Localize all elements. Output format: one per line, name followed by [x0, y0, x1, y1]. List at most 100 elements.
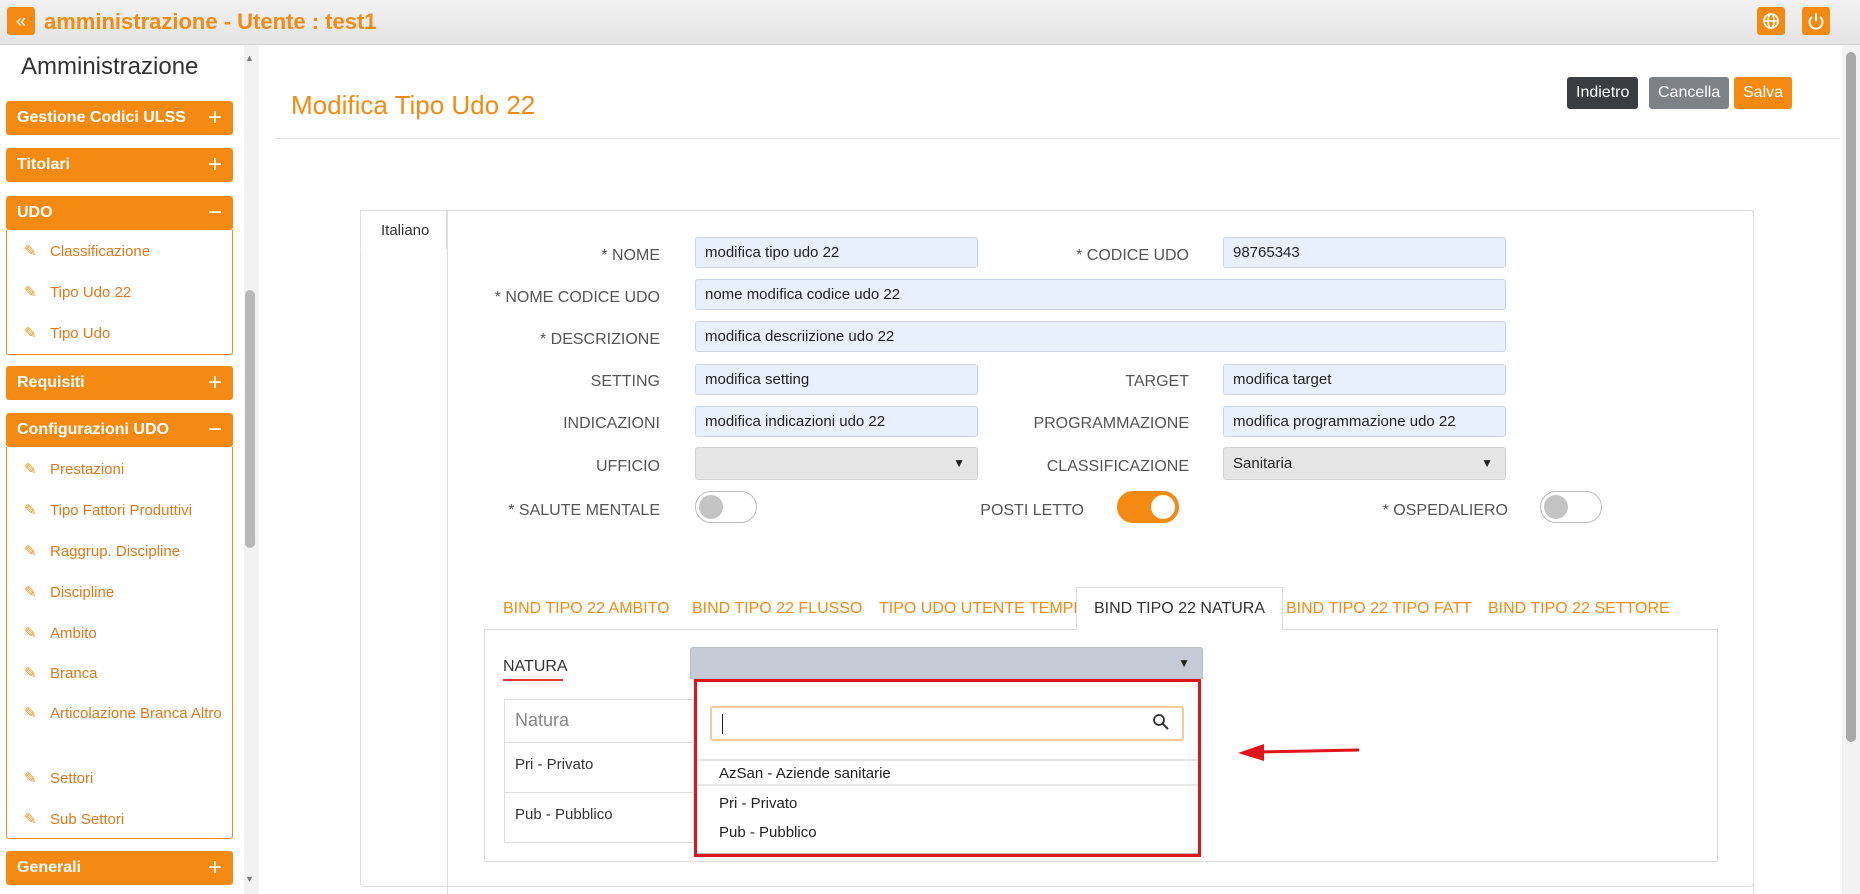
user-edit-icon: ✎ [24, 770, 37, 787]
sidebar-item-branca[interactable]: ✎ Branca [24, 664, 98, 682]
sidebar-group-titolari[interactable]: Titolari + [6, 148, 233, 182]
toggle-knob [1544, 495, 1568, 519]
highlight-box [694, 679, 1201, 857]
toggle-knob [1151, 495, 1175, 519]
sidebar-item-settori[interactable]: ✎ Settori [24, 769, 93, 787]
minus-icon[interactable]: − [208, 196, 222, 230]
sidebar-item-raggrup-discipline[interactable]: ✎ Raggrup. Discipline [24, 542, 180, 560]
sidebar-group-udo[interactable]: UDO − [6, 196, 233, 230]
sidebar-item-tipo-udo[interactable]: ✎ Tipo Udo [24, 324, 110, 342]
user-edit-icon: ✎ [24, 811, 37, 828]
tab-bind-tipo-22-tipo-fatt[interactable]: BIND TIPO 22 TIPO FATT [1286, 588, 1472, 630]
sidebar-title: Amministrazione [21, 53, 199, 80]
salute-mentale-toggle[interactable] [695, 491, 757, 523]
sidebar-group-label: Gestione Codici ULSS [17, 109, 186, 126]
programmazione-label: PROGRAMMAZIONE [1033, 415, 1189, 432]
sidebar-item-tipo-fattori-produttivi[interactable]: ✎ Tipo Fattori Produttivi [24, 501, 192, 519]
target-input[interactable]: modifica target [1223, 364, 1506, 395]
sidebar-item-discipline[interactable]: ✎ Discipline [24, 583, 114, 601]
divider [276, 138, 1840, 139]
ospedaliero-toggle[interactable] [1540, 491, 1602, 523]
sidebar-item-prestazioni[interactable]: ✎ Prestazioni [24, 460, 124, 478]
user-edit-icon: ✎ [24, 325, 37, 342]
arrow-left-icon [1238, 744, 1360, 761]
top-bar: « amministrazione - Utente : test1 [0, 0, 1860, 45]
classificazione-select[interactable]: Sanitaria ▼ [1223, 447, 1506, 480]
cancel-button[interactable]: Cancella [1649, 77, 1730, 109]
user-edit-icon: ✎ [24, 243, 37, 260]
sidebar-group-label: Requisiti [17, 374, 85, 391]
page-title: Modifica Tipo Udo 22 [291, 90, 536, 120]
salute-mentale-label: * SALUTE MENTALE [508, 502, 660, 519]
indicazioni-label: INDICAZIONI [563, 415, 660, 432]
codice-udo-input[interactable]: 98765343 [1223, 237, 1506, 268]
plus-icon[interactable]: + [208, 101, 222, 135]
double-chevron-left-icon[interactable]: « [7, 7, 35, 35]
tab-italiano[interactable]: Italiano [360, 210, 447, 250]
nome-input[interactable]: modifica tipo udo 22 [695, 237, 978, 268]
user-edit-icon: ✎ [24, 705, 37, 722]
table-row[interactable]: Pub - Pubblico [515, 806, 613, 823]
tab-bind-tipo-22-ambito[interactable]: BIND TIPO 22 AMBITO [503, 588, 670, 630]
table-row-divider [504, 792, 694, 793]
app-title: amministrazione - Utente : test1 [44, 9, 377, 34]
tab-bind-tipo-22-settore[interactable]: BIND TIPO 22 SETTORE [1488, 588, 1670, 630]
sidebar-group-configurazioni-udo[interactable]: Configurazioni UDO − [6, 413, 233, 447]
plus-icon[interactable]: + [208, 851, 222, 885]
tab-bind-tipo-22-natura[interactable]: BIND TIPO 22 NATURA [1076, 587, 1283, 631]
descrizione-label: * DESCRIZIONE [539, 331, 660, 348]
table-row-divider [504, 742, 694, 743]
minus-icon[interactable]: − [208, 413, 222, 447]
nome-label: * NOME [601, 247, 660, 264]
main-scroll-thumb[interactable] [1846, 52, 1856, 742]
user-edit-icon: ✎ [24, 502, 37, 519]
user-edit-icon: ✎ [24, 543, 37, 560]
sidebar-group-gestione-codici-ulss[interactable]: Gestione Codici ULSS + [6, 101, 233, 135]
setting-label: SETTING [590, 373, 660, 390]
save-button[interactable]: Salva [1734, 77, 1793, 109]
user-edit-icon: ✎ [24, 284, 37, 301]
programmazione-input[interactable]: modifica programmazione udo 22 [1223, 406, 1506, 437]
nome-codice-udo-label: * NOME CODICE UDO [494, 289, 660, 306]
sidebar-item-classificazione[interactable]: ✎ Classificazione [24, 242, 150, 260]
natura-select[interactable]: ▼ [690, 647, 1203, 679]
natura-label: NATURA [503, 658, 568, 675]
sidebar-group-generali[interactable]: Generali + [6, 851, 233, 885]
indicazioni-input[interactable]: modifica indicazioni udo 22 [695, 406, 978, 437]
scroll-down-arrow-icon[interactable]: ▼ [245, 874, 254, 884]
user-edit-icon: ✎ [24, 665, 37, 682]
sidebar-item-tipo-udo-22[interactable]: ✎ Tipo Udo 22 [24, 283, 131, 301]
natura-table-header: Natura [515, 710, 570, 730]
caret-down-icon: ▼ [953, 456, 965, 470]
caret-down-icon: ▼ [1481, 456, 1493, 470]
tab-tipo-udo-utente-templ[interactable]: TIPO UDO UTENTE TEMPL [879, 588, 1082, 630]
descrizione-input[interactable]: modifica descriizione udo 22 [695, 321, 1506, 352]
back-button[interactable]: Indietro [1567, 77, 1639, 109]
sidebar-group-label: Configurazioni UDO [17, 421, 169, 438]
table-row[interactable]: Pri - Privato [515, 756, 593, 773]
posti-letto-toggle[interactable] [1117, 491, 1179, 523]
ospedaliero-label: * OSPEDALIERO [1382, 502, 1508, 519]
sidebar-item-ambito[interactable]: ✎ Ambito [24, 624, 97, 642]
globe-icon[interactable] [1757, 7, 1785, 35]
sidebar-group-label: Generali [17, 859, 82, 876]
plus-icon[interactable]: + [208, 366, 222, 400]
sidebar-group-requisiti[interactable]: Requisiti + [6, 366, 233, 400]
classificazione-label: CLASSIFICAZIONE [1046, 458, 1189, 475]
setting-input[interactable]: modifica setting [695, 364, 978, 395]
scroll-up-arrow-icon[interactable]: ▲ [245, 53, 254, 63]
ufficio-select[interactable]: ▼ [695, 447, 978, 480]
tab-bind-tipo-22-flusso[interactable]: BIND TIPO 22 FLUSSO [692, 588, 862, 630]
sidebar-group-label: Titolari [17, 156, 71, 173]
user-edit-icon: ✎ [24, 625, 37, 642]
sidebar-scroll-thumb[interactable] [245, 290, 255, 548]
sidebar-item-articolazione-branca-altro[interactable]: ✎ Articolazione Branca Altro [24, 702, 224, 725]
posti-letto-label: POSTI LETTO [980, 502, 1084, 519]
power-icon[interactable] [1802, 7, 1830, 35]
user-edit-icon: ✎ [24, 584, 37, 601]
plus-icon[interactable]: + [208, 148, 222, 182]
caret-down-icon: ▼ [1178, 656, 1190, 670]
sidebar-item-sub-settori[interactable]: ✎ Sub Settori [24, 810, 124, 828]
natura-underline [503, 679, 563, 681]
nome-codice-udo-input[interactable]: nome modifica codice udo 22 [695, 279, 1506, 310]
